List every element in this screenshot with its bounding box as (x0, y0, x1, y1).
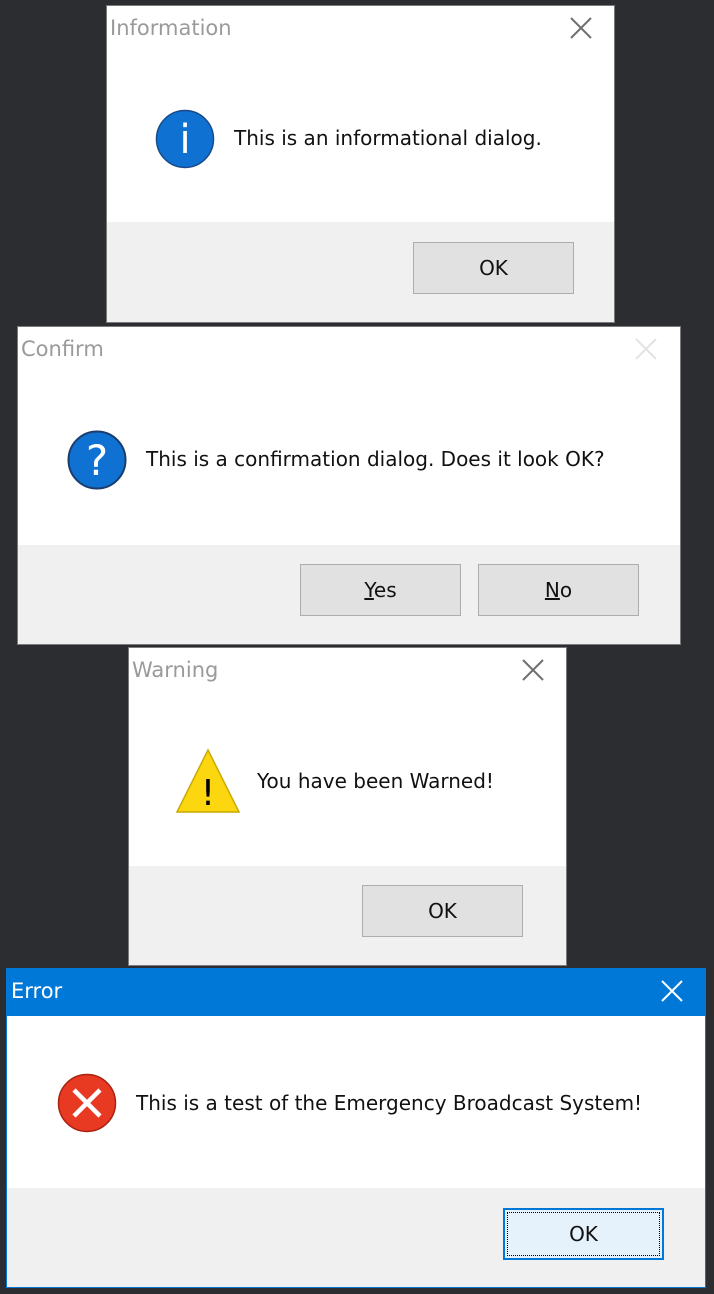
confirm-dialog: Confirm ? This is a confirmation dialog.… (17, 326, 681, 645)
dialog-title: Warning (132, 658, 219, 682)
dialog-title: Confirm (21, 337, 104, 361)
error-dialog: Error This is a test of the Emergency Br… (6, 968, 706, 1288)
svg-text:!: ! (201, 773, 215, 814)
warning-titlebar[interactable]: Warning (129, 648, 566, 694)
close-icon[interactable] (630, 335, 662, 365)
dialog-title: Error (11, 979, 63, 1003)
button-area: OK (7, 1188, 705, 1287)
yes-label-rest: es (373, 578, 397, 602)
dialog-title: Information (110, 16, 232, 40)
no-button[interactable]: No (478, 564, 639, 616)
dialog-message: This is an informational dialog. (234, 126, 542, 150)
svg-text:?: ? (86, 436, 108, 485)
information-titlebar[interactable]: Information (107, 6, 614, 52)
ok-button[interactable]: OK (413, 242, 574, 294)
warning-dialog: Warning ! You have been Warned! OK (128, 647, 567, 966)
close-icon[interactable] (565, 14, 597, 44)
button-area: Yes No (18, 545, 680, 644)
confirm-titlebar[interactable]: Confirm (18, 327, 680, 373)
yes-mnemonic: Y (364, 578, 374, 602)
dialog-message: This is a confirmation dialog. Does it l… (146, 447, 605, 471)
warning-icon: ! (175, 748, 241, 818)
button-area: OK (107, 222, 614, 322)
dialog-message: This is a test of the Emergency Broadcas… (136, 1091, 643, 1115)
button-area: OK (129, 866, 566, 965)
dialog-message: You have been Warned! (257, 769, 494, 793)
error-titlebar[interactable]: Error (7, 969, 705, 1016)
no-mnemonic: N (544, 578, 560, 602)
information-dialog: Information i This is an informational d… (106, 5, 615, 323)
info-icon: i (155, 109, 215, 173)
ok-button[interactable]: OK (503, 1208, 664, 1260)
close-icon[interactable] (517, 656, 549, 686)
question-icon: ? (67, 430, 127, 494)
close-icon[interactable] (656, 977, 688, 1007)
yes-button[interactable]: Yes (300, 564, 461, 616)
error-icon (57, 1073, 117, 1137)
no-label-rest: o (559, 578, 573, 602)
svg-text:i: i (179, 117, 190, 163)
ok-button[interactable]: OK (362, 885, 523, 937)
